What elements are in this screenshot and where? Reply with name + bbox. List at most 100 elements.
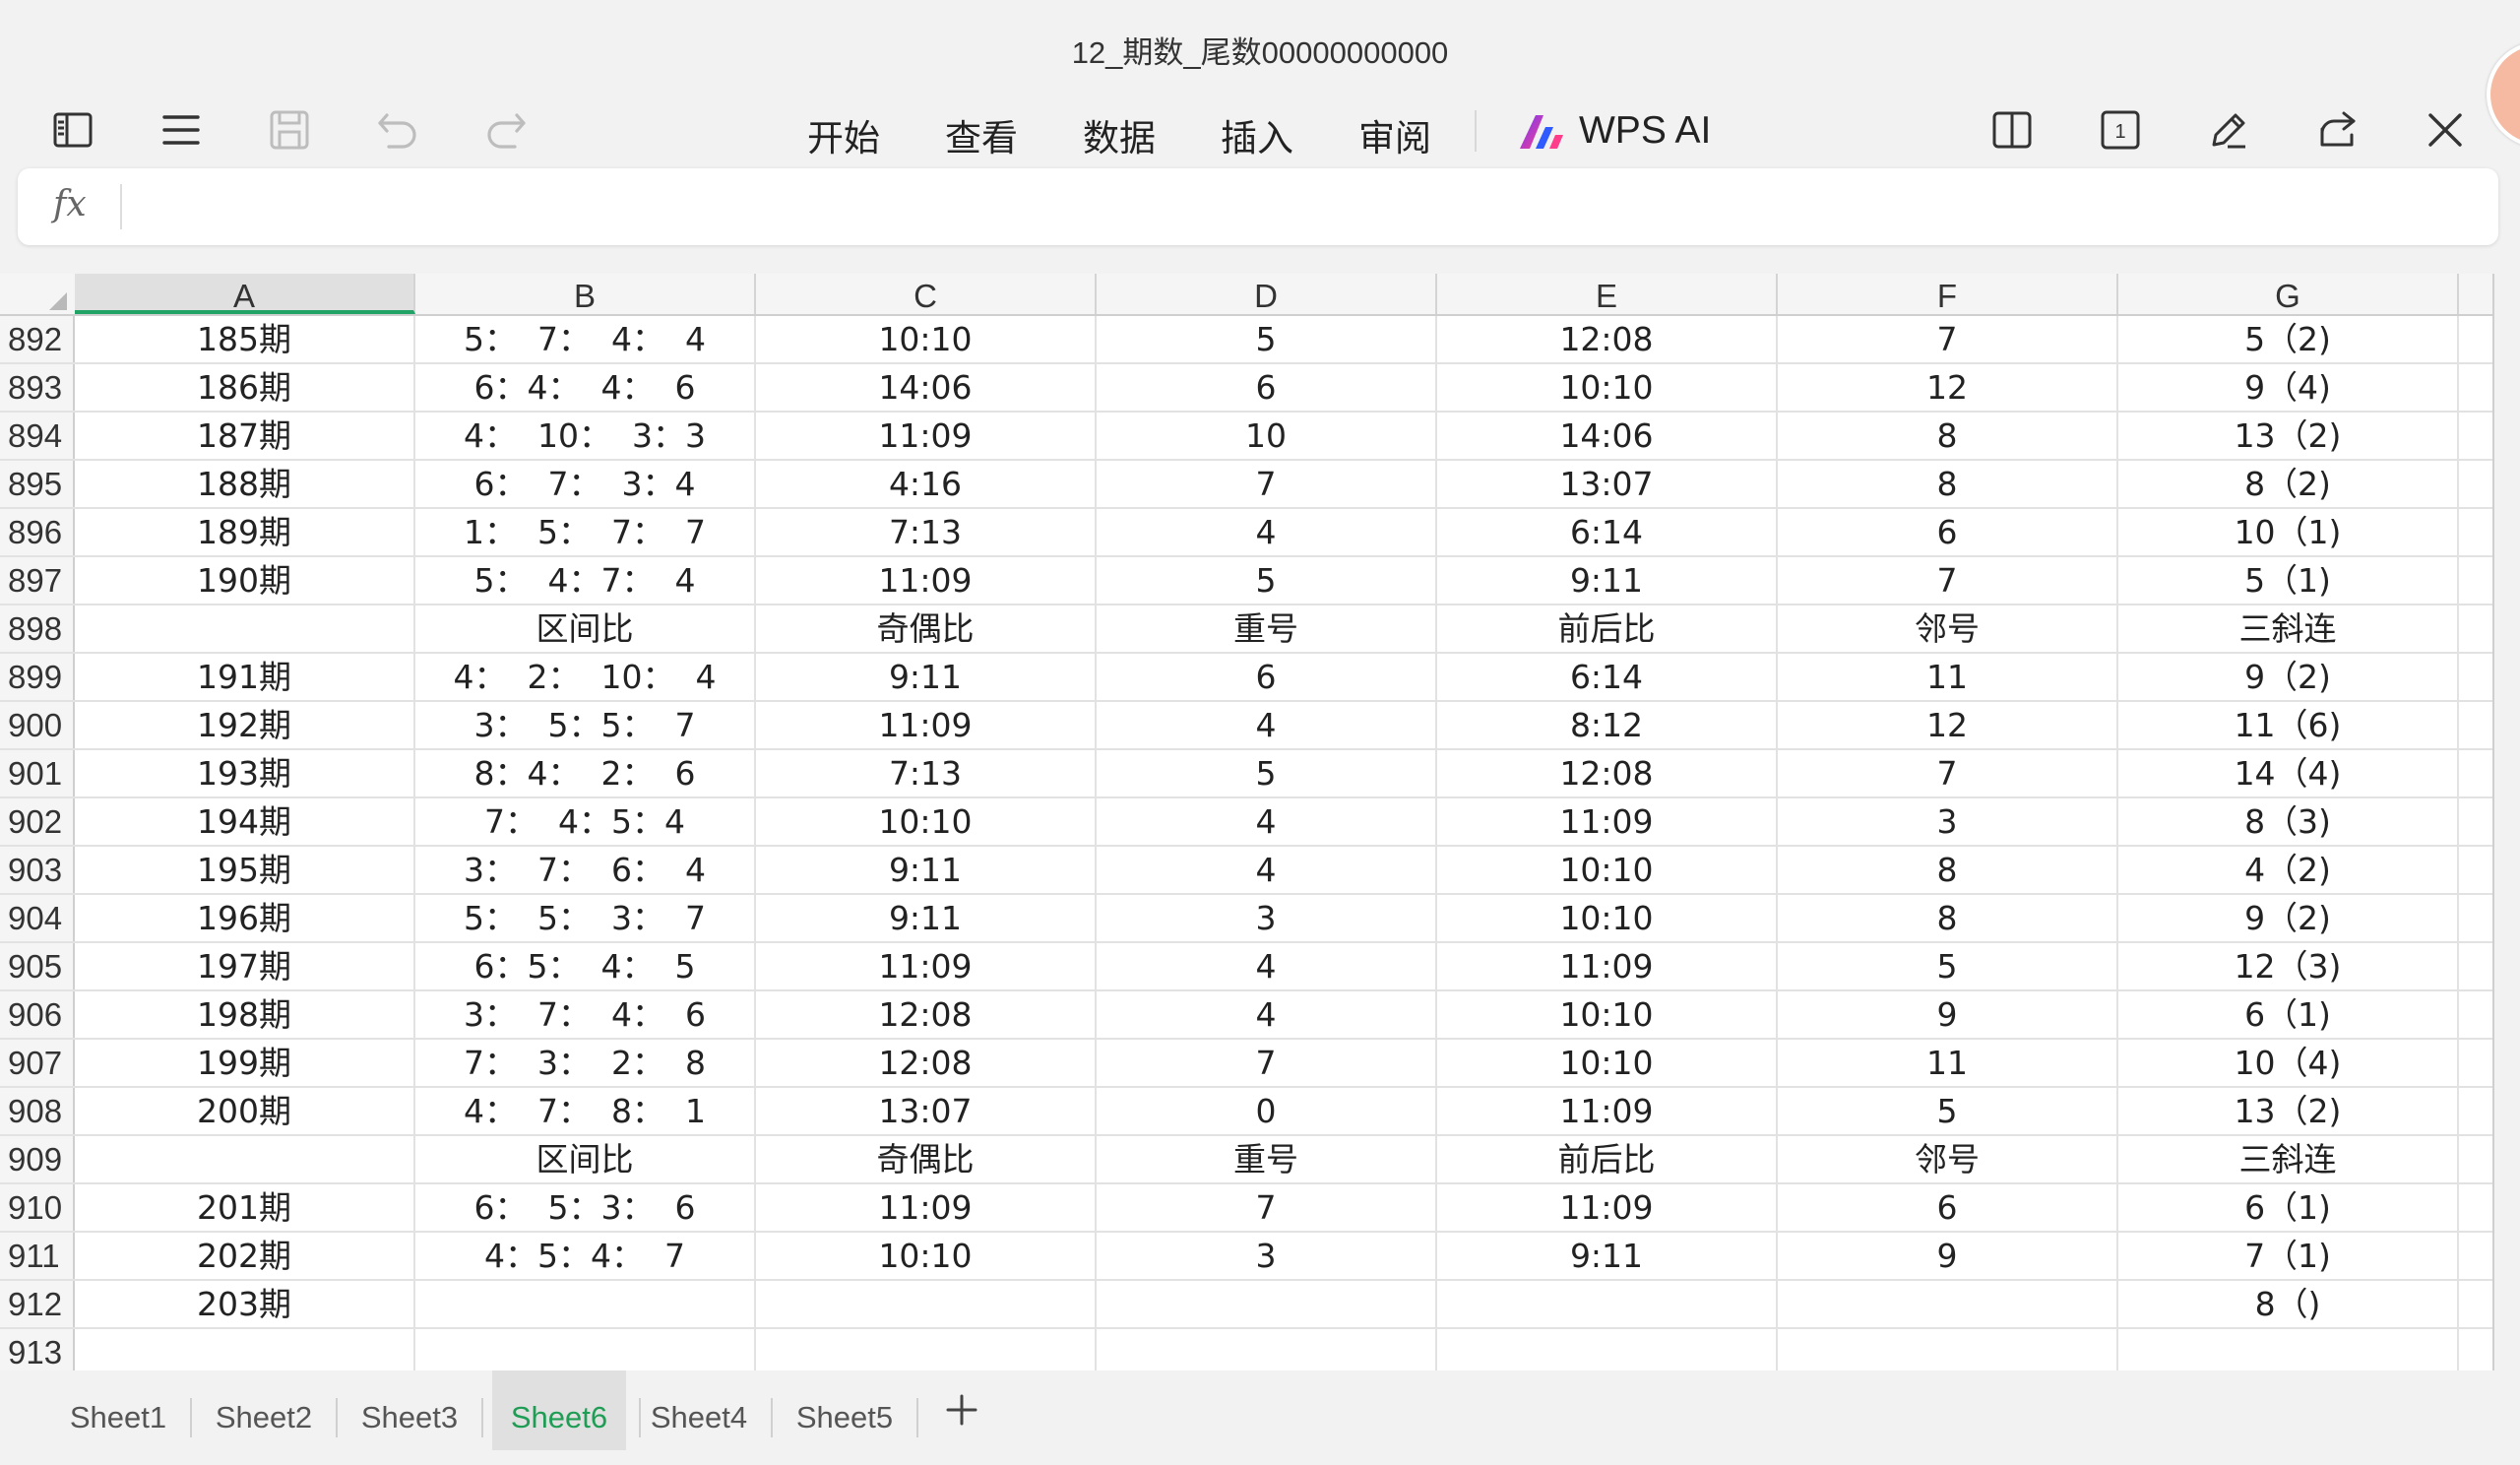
cell-f[interactable]: 6 (1778, 1184, 2118, 1231)
cell-c[interactable]: 12:08 (756, 991, 1097, 1038)
cell-e[interactable]: 前后比 (1437, 605, 1778, 652)
cell-g[interactable]: 9（2) (2118, 654, 2459, 700)
spreadsheet-grid[interactable]: ABCDEFG 892 185期 5： 7： 4： 4 10:10 5 12:08 7 5（2… (0, 274, 2494, 1370)
cell-b[interactable]: 5： 5： 3： 7 (415, 895, 756, 941)
cell-e[interactable]: 10:10 (1437, 1040, 1778, 1086)
cell-c[interactable]: 12:08 (756, 1040, 1097, 1086)
cell-g[interactable]: 6（1) (2118, 991, 2459, 1038)
cell-c[interactable] (756, 1329, 1097, 1370)
cell-g[interactable]: 8（2) (2118, 461, 2459, 507)
cell-f[interactable]: 9 (1778, 991, 2118, 1038)
page-count-icon[interactable]: 1 (2095, 104, 2146, 156)
row-header[interactable]: 894 (0, 413, 75, 459)
cell-a[interactable]: 188期 (75, 461, 415, 507)
cell-d[interactable]: 7 (1097, 1184, 1437, 1231)
cell-c[interactable]: 11:09 (756, 1184, 1097, 1231)
cell-f[interactable]: 邻号 (1778, 605, 2118, 652)
cell-d[interactable]: 5 (1097, 750, 1437, 796)
row-header[interactable]: 899 (0, 654, 75, 700)
row-header[interactable]: 892 (0, 316, 75, 362)
cell-d[interactable] (1097, 1329, 1437, 1370)
cell-d[interactable]: 4 (1097, 798, 1437, 845)
cell-g[interactable]: 5（1) (2118, 557, 2459, 604)
cell-a[interactable]: 185期 (75, 316, 415, 362)
cell-g[interactable]: 13（2) (2118, 1088, 2459, 1134)
cell-a[interactable]: 190期 (75, 557, 415, 604)
cell-g[interactable]: 三斜连 (2118, 605, 2459, 652)
row-header[interactable]: 911 (0, 1233, 75, 1279)
cell-a[interactable]: 196期 (75, 895, 415, 941)
cell-e[interactable]: 14:06 (1437, 413, 1778, 459)
row-header[interactable]: 895 (0, 461, 75, 507)
tab-home[interactable]: 开始 (807, 108, 880, 161)
cell-d[interactable]: 4 (1097, 991, 1437, 1038)
cell-b[interactable]: 区间比 (415, 1136, 756, 1182)
cell-a[interactable]: 186期 (75, 364, 415, 411)
cell-e[interactable]: 11:09 (1437, 1184, 1778, 1231)
cell-b[interactable]: 4： 7： 8： 1 (415, 1088, 756, 1134)
save-icon[interactable] (264, 104, 315, 156)
cell-e[interactable]: 11:09 (1437, 1088, 1778, 1134)
cell-c[interactable]: 奇偶比 (756, 1136, 1097, 1182)
cell-b[interactable]: 4： 2： 10： 4 (415, 654, 756, 700)
cell-g[interactable]: 8（) (2118, 1281, 2459, 1327)
cell-b[interactable]: 6： 7： 3：4 (415, 461, 756, 507)
row-header[interactable]: 908 (0, 1088, 75, 1134)
cell-c[interactable]: 10:10 (756, 1233, 1097, 1279)
cell-e[interactable]: 13:07 (1437, 461, 1778, 507)
row-header[interactable]: 903 (0, 847, 75, 893)
select-all-corner[interactable] (0, 274, 75, 314)
cell-f[interactable]: 7 (1778, 750, 2118, 796)
wps-ai-button[interactable]: WPS AI (1516, 106, 1711, 156)
cell-b[interactable] (415, 1281, 756, 1327)
cell-e[interactable]: 前后比 (1437, 1136, 1778, 1182)
cell-f[interactable]: 5 (1778, 1088, 2118, 1134)
cell-f[interactable]: 8 (1778, 461, 2118, 507)
cell-f[interactable]: 12 (1778, 364, 2118, 411)
cell-a[interactable]: 199期 (75, 1040, 415, 1086)
row-header[interactable]: 893 (0, 364, 75, 411)
fx-icon[interactable]: fx (53, 184, 87, 224)
cell-d[interactable]: 7 (1097, 461, 1437, 507)
cell-f[interactable]: 11 (1778, 1040, 2118, 1086)
cell-c[interactable]: 14:06 (756, 364, 1097, 411)
cell-f[interactable]: 8 (1778, 413, 2118, 459)
row-header[interactable]: 906 (0, 991, 75, 1038)
cell-e[interactable]: 12:08 (1437, 316, 1778, 362)
cell-g[interactable]: 12（3) (2118, 943, 2459, 989)
redo-icon[interactable] (480, 104, 532, 156)
cell-d[interactable]: 5 (1097, 316, 1437, 362)
row-header[interactable]: 904 (0, 895, 75, 941)
close-icon[interactable] (2420, 104, 2471, 156)
cell-e[interactable]: 11:09 (1437, 943, 1778, 989)
cell-b[interactable]: 3： 7： 6： 4 (415, 847, 756, 893)
sheet-tab[interactable]: Sheet5 (786, 1370, 904, 1450)
cell-g[interactable]: 6（1) (2118, 1184, 2459, 1231)
cell-d[interactable]: 6 (1097, 364, 1437, 411)
cell-c[interactable]: 11:09 (756, 702, 1097, 748)
sheet-tab[interactable]: Sheet6 (492, 1370, 626, 1450)
cell-f[interactable]: 6 (1778, 509, 2118, 555)
cell-b[interactable]: 6：5： 4： 5 (415, 943, 756, 989)
cell-c[interactable]: 11:09 (756, 557, 1097, 604)
cell-a[interactable]: 197期 (75, 943, 415, 989)
cell-a[interactable]: 194期 (75, 798, 415, 845)
row-header[interactable]: 901 (0, 750, 75, 796)
cell-f[interactable]: 8 (1778, 895, 2118, 941)
row-header[interactable]: 912 (0, 1281, 75, 1327)
cell-a[interactable] (75, 605, 415, 652)
row-header[interactable]: 898 (0, 605, 75, 652)
row-header[interactable]: 910 (0, 1184, 75, 1231)
tab-view[interactable]: 查看 (945, 108, 1018, 161)
sheet-tab[interactable]: Sheet2 (205, 1370, 323, 1450)
cell-b[interactable]: 4：5：4： 7 (415, 1233, 756, 1279)
cell-f[interactable] (1778, 1329, 2118, 1370)
cell-c[interactable] (756, 1281, 1097, 1327)
cell-b[interactable]: 3： 5：5： 7 (415, 702, 756, 748)
cell-c[interactable]: 4:16 (756, 461, 1097, 507)
sheet-tab[interactable]: Sheet1 (59, 1370, 177, 1450)
cell-e[interactable]: 10:10 (1437, 991, 1778, 1038)
cell-e[interactable]: 9:11 (1437, 557, 1778, 604)
row-header[interactable]: 900 (0, 702, 75, 748)
cell-e[interactable]: 10:10 (1437, 895, 1778, 941)
